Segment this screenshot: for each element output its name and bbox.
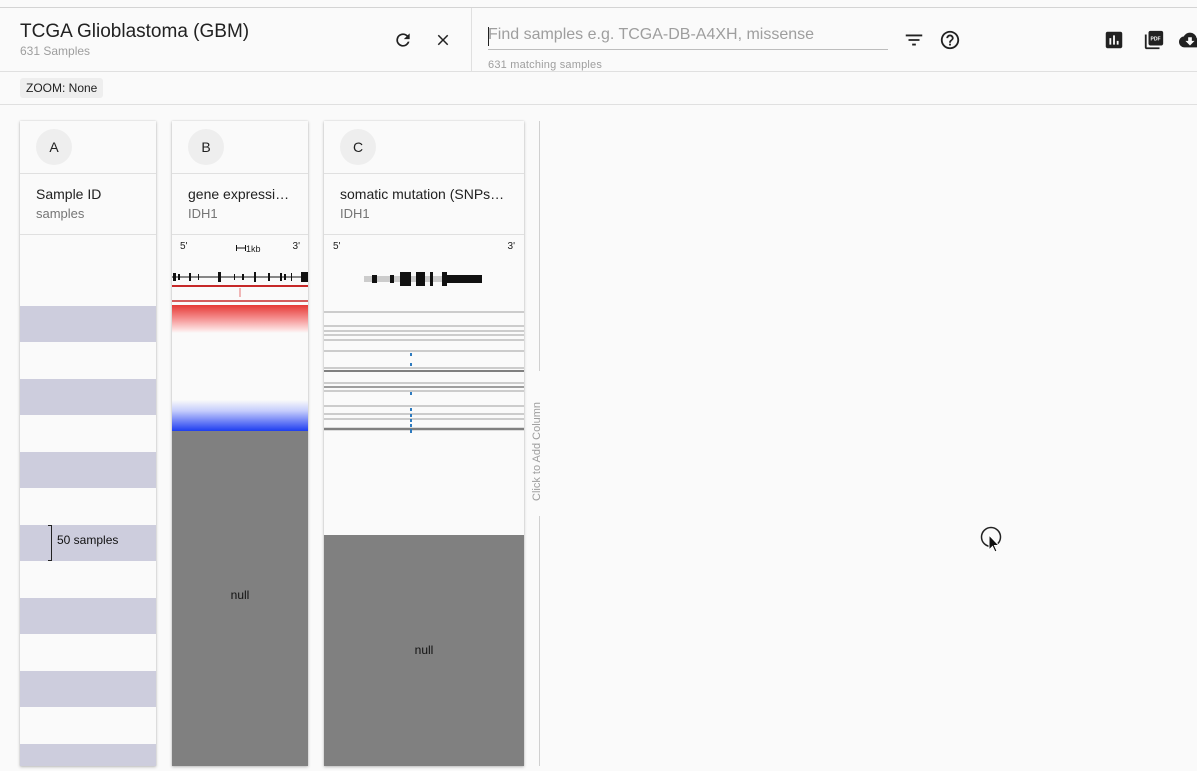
- column-a: A Sample ID samples 50 samples: [20, 121, 156, 766]
- sample-band: [20, 452, 156, 488]
- filter-icon[interactable]: [900, 26, 928, 54]
- add-column-button[interactable]: Click to Add Column: [531, 121, 543, 766]
- column-title: gene expressi…: [188, 186, 290, 202]
- sample-band: [20, 379, 156, 415]
- cloud-download-icon[interactable]: [1176, 26, 1197, 54]
- low-expression-gradient: [172, 400, 308, 431]
- refresh-icon[interactable]: [389, 26, 417, 54]
- scale-label: 1kb: [246, 244, 261, 254]
- column-letter-badge[interactable]: C: [340, 129, 376, 165]
- column-letter-badge[interactable]: B: [188, 129, 224, 165]
- somatic-mutation-track[interactable]: 5' 3' null: [324, 235, 524, 766]
- column-header: C: [324, 121, 524, 174]
- column-titles[interactable]: Sample ID samples: [20, 174, 156, 235]
- cursor-icon: [980, 526, 1002, 553]
- three-prime-label: 3': [292, 241, 300, 252]
- zoom-indicator[interactable]: ZOOM: None: [20, 78, 104, 98]
- pdf-icon[interactable]: PDF: [1140, 26, 1168, 54]
- add-column-label: Click to Add Column: [531, 401, 543, 501]
- null-label: null: [230, 588, 250, 602]
- column-titles[interactable]: somatic mutation (SNPs… IDH1: [324, 174, 524, 235]
- sample-band: [20, 744, 156, 766]
- column-subtitle: IDH1: [188, 206, 218, 221]
- gene-expression-track[interactable]: 5' 3' 1kb null: [172, 235, 308, 766]
- column-header: A: [20, 121, 156, 174]
- svg-text:PDF: PDF: [1151, 36, 1161, 42]
- sample-id-track[interactable]: 50 samples: [20, 235, 156, 766]
- column-title: somatic mutation (SNPs…: [340, 186, 505, 202]
- matching-samples-count: 631 matching samples: [488, 59, 603, 71]
- cohort-sample-count: 631 Samples: [20, 44, 91, 58]
- header-divider: [471, 8, 472, 72]
- cohort-header-bar: TCGA Glioblastoma (GBM) 631 Samples 631 …: [0, 7, 1197, 72]
- column-letter-badge[interactable]: A: [36, 129, 72, 165]
- sample-band: [20, 671, 156, 707]
- text-caret: [488, 27, 489, 46]
- help-icon[interactable]: [936, 26, 964, 54]
- five-prime-label: 5': [180, 241, 188, 252]
- three-prime-label: 3': [507, 241, 515, 252]
- high-expression-gradient: [172, 305, 308, 333]
- gene-model: [172, 272, 308, 282]
- sample-band: [20, 306, 156, 342]
- column-subtitle: IDH1: [340, 206, 370, 221]
- window-top-strip: [0, 0, 1197, 7]
- null-label: null: [414, 643, 434, 657]
- column-subtitle: samples: [36, 206, 85, 221]
- gene-model: [364, 272, 482, 286]
- column-titles[interactable]: gene expressi… IDH1: [172, 174, 308, 235]
- sample-count-annotation: 50 samples: [57, 533, 119, 547]
- sample-count-bracket: [48, 525, 52, 561]
- close-icon[interactable]: [429, 26, 457, 54]
- sample-band: [20, 598, 156, 634]
- add-column-line: [539, 516, 540, 766]
- five-prime-label: 5': [333, 241, 341, 252]
- column-b: B gene expressi… IDH1 5' 3' 1kb null: [172, 121, 308, 766]
- column-title: Sample ID: [36, 186, 102, 202]
- cohort-title: TCGA Glioblastoma (GBM): [20, 21, 250, 42]
- mutation-sample-lines: [324, 311, 524, 433]
- add-column-line: [539, 121, 540, 371]
- bar-chart-icon[interactable]: [1100, 26, 1128, 54]
- probe-connectors: [172, 285, 308, 302]
- scale-bar: [236, 245, 246, 251]
- zoom-bar: ZOOM: None: [0, 72, 1197, 105]
- column-c: C somatic mutation (SNPs… IDH1 5' 3' nul…: [324, 121, 524, 766]
- column-header: B: [172, 121, 308, 174]
- sample-search-input[interactable]: [488, 20, 888, 50]
